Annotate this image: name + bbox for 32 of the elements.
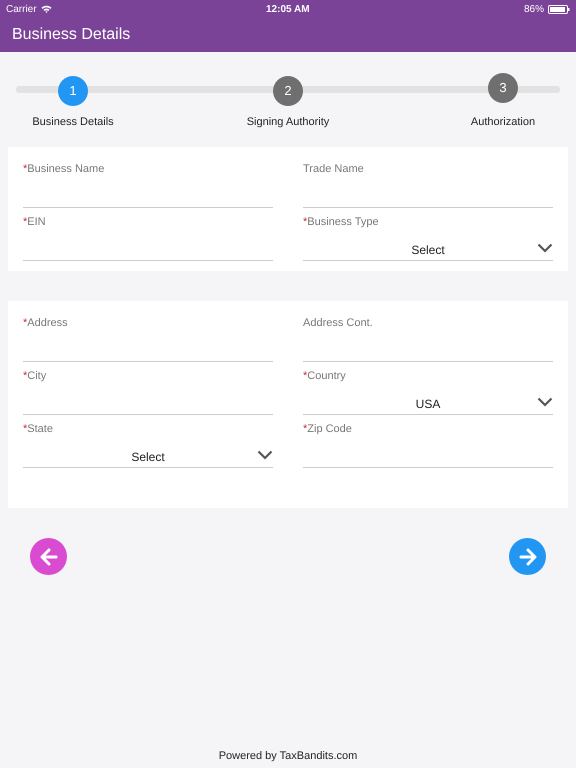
- step-label: Authorization: [470, 115, 536, 130]
- field-label: *State: [23, 422, 54, 437]
- powered-by-text: Powered by TaxBandits.com: [218, 750, 358, 762]
- chevron-down-icon: [257, 450, 273, 460]
- battery-percent: 86%: [524, 2, 544, 16]
- dropdown-field[interactable]: USA: [303, 393, 553, 415]
- chevron-down-icon: [537, 243, 553, 253]
- clock: 12:05 AM: [266, 2, 310, 16]
- field-label: *Business Type: [303, 215, 380, 230]
- dropdown-field[interactable]: Select: [303, 239, 553, 261]
- field-label: *EIN: [23, 215, 47, 230]
- arrow-right-icon: [518, 548, 538, 566]
- back-button[interactable]: [30, 538, 67, 575]
- step-label: Business Details: [32, 115, 114, 130]
- dropdown-field[interactable]: Select: [23, 446, 273, 468]
- chevron-down-icon: [537, 397, 553, 407]
- field-label: *Country: [303, 369, 347, 384]
- next-button[interactable]: [509, 538, 546, 575]
- step-circle[interactable]: 2: [273, 76, 303, 106]
- step-circle[interactable]: 3: [488, 73, 518, 103]
- field-label: *Address: [23, 316, 69, 331]
- field-label: *Zip Code: [303, 422, 353, 437]
- field-label: Trade Name: [303, 162, 365, 177]
- battery-icon: [548, 4, 570, 14]
- carrier-label: Carrier: [6, 2, 37, 16]
- page-title: Business Details: [12, 25, 130, 45]
- arrow-left-icon: [38, 548, 58, 566]
- field-label: Address Cont.: [303, 316, 374, 331]
- step-label: Signing Authority: [246, 115, 330, 130]
- field-label: *City: [23, 369, 48, 384]
- field-label: *Business Name: [23, 162, 106, 177]
- wifi-icon: [40, 5, 52, 13]
